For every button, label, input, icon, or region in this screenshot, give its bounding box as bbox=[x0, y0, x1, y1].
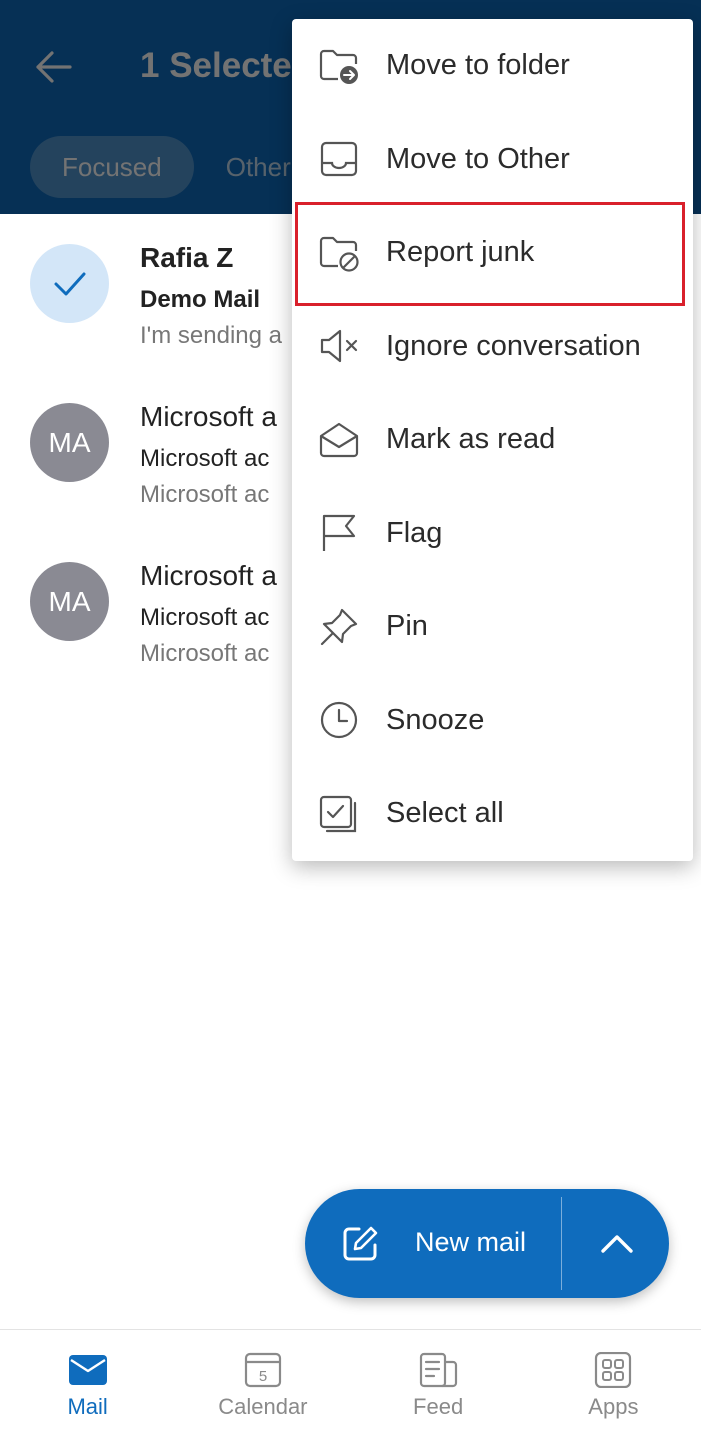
menu-item-label: Select all bbox=[386, 797, 504, 830]
envelope-open-icon bbox=[319, 422, 359, 457]
folder-move-icon bbox=[319, 49, 358, 84]
menu-item-pin[interactable]: Pin bbox=[292, 580, 693, 674]
checkmark-icon bbox=[54, 272, 85, 295]
menu-item-label: Flag bbox=[386, 516, 443, 549]
avatar[interactable] bbox=[30, 244, 109, 323]
new-mail-button[interactable]: New mail bbox=[305, 1189, 561, 1298]
message-preview: I'm sending a bbox=[140, 322, 282, 349]
message-sender: Microsoft a bbox=[140, 401, 277, 432]
message-preview: Microsoft ac bbox=[140, 481, 270, 508]
new-mail-fab: New mail bbox=[305, 1189, 669, 1298]
message-subject: Demo Mail bbox=[140, 286, 261, 313]
nav-item-calendar[interactable]: 5 Calendar bbox=[175, 1330, 350, 1440]
compose-icon bbox=[343, 1226, 378, 1261]
menu-item-report-junk[interactable]: Report junk bbox=[292, 206, 693, 300]
expand-fab-button[interactable] bbox=[567, 1189, 669, 1298]
actions-menu: Move to folder Move to Other Report junk… bbox=[292, 19, 693, 861]
nav-label: Feed bbox=[413, 1394, 464, 1419]
message-sender: Rafia Z bbox=[140, 242, 234, 273]
chevron-up-icon bbox=[601, 1235, 633, 1253]
menu-item-label: Pin bbox=[386, 610, 428, 643]
menu-item-move-to-folder[interactable]: Move to folder bbox=[292, 19, 693, 113]
nav-item-apps[interactable]: Apps bbox=[526, 1330, 701, 1440]
message-subject: Microsoft ac bbox=[140, 604, 270, 631]
menu-item-snooze[interactable]: Snooze bbox=[292, 674, 693, 768]
message-sender: Microsoft a bbox=[140, 560, 277, 591]
arrow-left-icon bbox=[36, 51, 72, 83]
mail-icon bbox=[68, 1355, 107, 1385]
nav-item-mail[interactable]: Mail bbox=[0, 1330, 175, 1440]
menu-item-label: Report junk bbox=[386, 236, 535, 269]
flag-icon bbox=[322, 515, 356, 552]
nav-item-feed[interactable]: Feed bbox=[351, 1330, 526, 1440]
new-mail-label: New mail bbox=[415, 1227, 527, 1257]
menu-item-ignore-conversation[interactable]: Ignore conversation bbox=[292, 300, 693, 394]
back-button[interactable] bbox=[30, 44, 76, 90]
menu-item-mark-as-read[interactable]: Mark as read bbox=[292, 393, 693, 487]
feed-icon bbox=[420, 1352, 458, 1388]
menu-item-label: Mark as read bbox=[386, 423, 556, 456]
nav-label: Mail bbox=[67, 1394, 108, 1419]
pin-icon bbox=[320, 608, 358, 645]
page-title: 1 Selected bbox=[140, 46, 314, 85]
menu-item-move-to-other[interactable]: Move to Other bbox=[292, 113, 693, 207]
apps-icon bbox=[595, 1352, 632, 1388]
calendar-day: 5 bbox=[259, 1368, 267, 1385]
menu-item-label: Move to folder bbox=[386, 49, 570, 82]
nav-label: Calendar bbox=[218, 1394, 308, 1419]
menu-item-label: Ignore conversation bbox=[386, 329, 641, 362]
select-all-icon bbox=[319, 795, 357, 832]
calendar-icon: 5 bbox=[244, 1352, 281, 1388]
tab-focused[interactable]: Focused bbox=[30, 136, 194, 198]
nav-label: Apps bbox=[588, 1394, 639, 1419]
message-subject: Microsoft ac bbox=[140, 445, 270, 472]
inbox-tabs: Focused Other bbox=[30, 136, 323, 198]
menu-item-select-all[interactable]: Select all bbox=[292, 767, 693, 861]
folder-block-icon bbox=[319, 236, 359, 272]
bottom-navigation: Mail 5 Calendar Feed Apps bbox=[0, 1329, 701, 1440]
menu-item-label: Move to Other bbox=[386, 142, 570, 175]
menu-item-flag[interactable]: Flag bbox=[292, 487, 693, 581]
speaker-mute-icon bbox=[320, 330, 358, 363]
clock-icon bbox=[320, 702, 358, 739]
avatar[interactable]: MA bbox=[30, 562, 109, 641]
inbox-tray-icon bbox=[320, 142, 358, 177]
menu-item-label: Snooze bbox=[386, 703, 485, 736]
message-preview: Microsoft ac bbox=[140, 640, 270, 667]
fab-divider bbox=[561, 1197, 562, 1290]
avatar[interactable]: MA bbox=[30, 403, 109, 482]
